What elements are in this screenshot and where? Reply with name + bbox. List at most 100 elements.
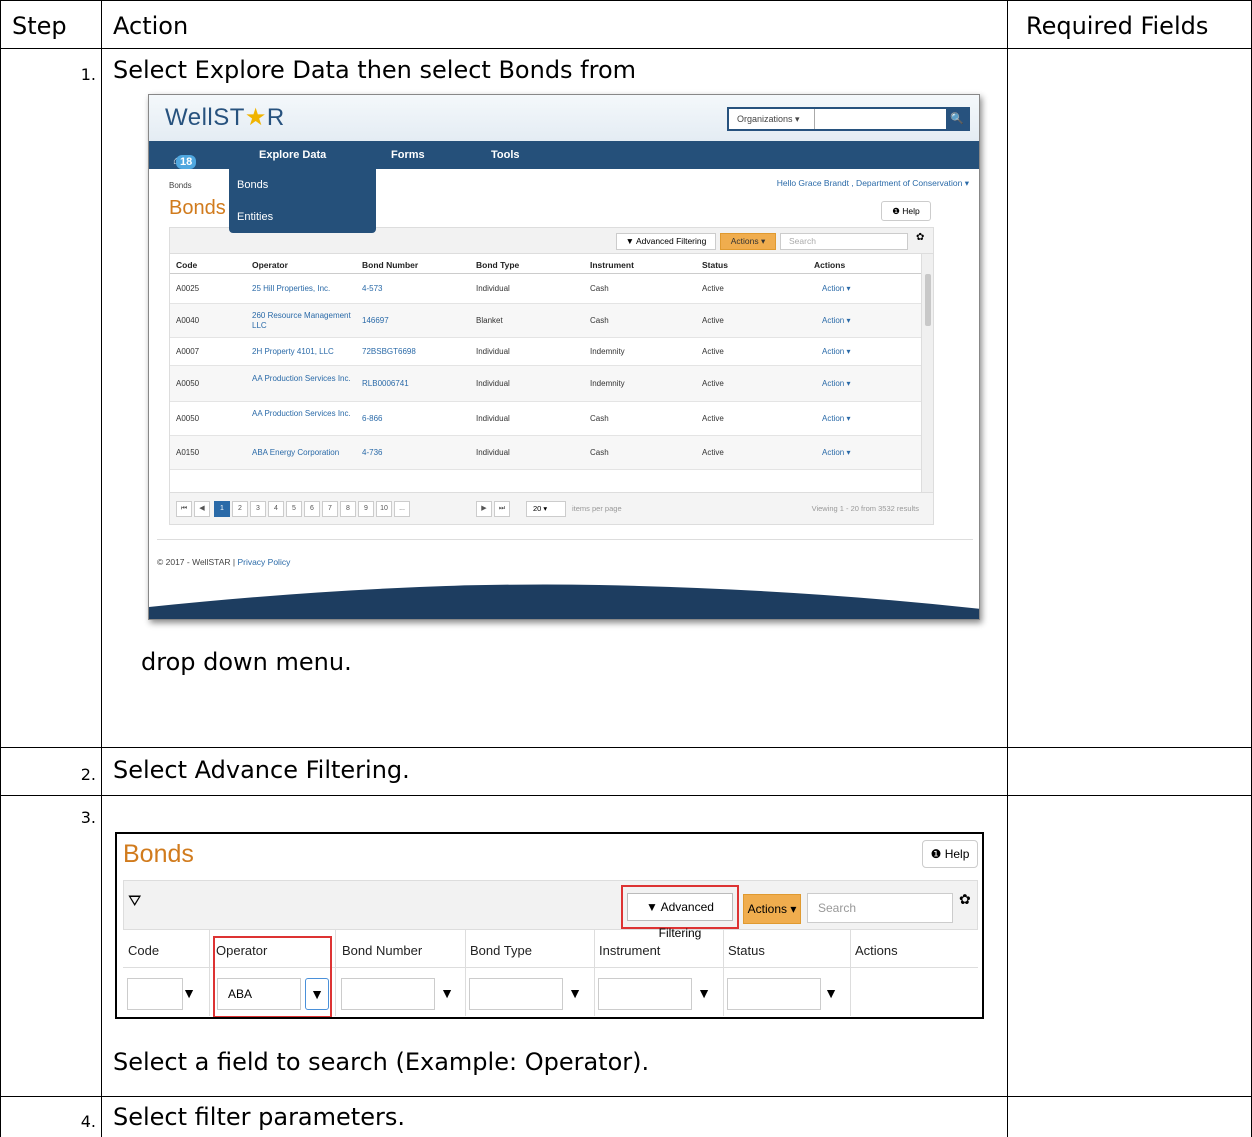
breadcrumb[interactable]: Bonds — [169, 181, 192, 190]
cell-action[interactable]: Action ▾ — [822, 379, 922, 389]
column-header[interactable]: Actions — [855, 943, 898, 958]
bond-type-filter-input[interactable] — [469, 978, 563, 1010]
column-header[interactable]: Status — [702, 260, 728, 270]
nav-tools[interactable]: Tools — [491, 149, 520, 161]
explore-data-dropdown: Bonds Entities — [229, 169, 376, 233]
funnel-icon[interactable]: ▼ — [692, 978, 716, 1010]
actions-button[interactable]: Actions ▾ — [720, 233, 776, 250]
menu-item-entities[interactable]: Entities — [237, 211, 273, 223]
help-button[interactable]: ❶ Help — [922, 840, 978, 868]
grid-search-input[interactable]: Search — [807, 893, 953, 923]
per-page-select[interactable]: 20 ▾ — [526, 501, 566, 517]
status-filter-input[interactable] — [727, 978, 821, 1010]
funnel-icon[interactable]: ▼ — [563, 978, 587, 1010]
cell-operator[interactable]: 260 Resource Management LLC — [252, 311, 352, 331]
vertical-scrollbar[interactable] — [921, 254, 933, 492]
page-button[interactable]: 7 — [322, 501, 338, 517]
page-button[interactable]: 2 — [232, 501, 248, 517]
column-header[interactable]: Bond Number — [342, 943, 422, 958]
cell-bond[interactable]: 146697 — [362, 316, 462, 326]
code-filter-input[interactable] — [127, 978, 183, 1010]
instrument-filter-input[interactable] — [598, 978, 692, 1010]
cell-bond[interactable]: RLB0006741 — [362, 379, 462, 389]
column-header[interactable]: Operator — [252, 260, 288, 270]
cell-operator[interactable]: 2H Property 4101, LLC — [252, 347, 352, 357]
cell-instrument: Indemnity — [590, 379, 625, 388]
cell-bond[interactable]: 4-736 — [362, 448, 462, 458]
funnel-icon[interactable]: ▼ — [177, 978, 201, 1010]
menu-item-bonds[interactable]: Bonds — [237, 179, 268, 191]
prev-page-icon[interactable]: ◀ — [194, 501, 210, 517]
advanced-filtering-button[interactable]: ▼ Advanced Filtering — [627, 893, 733, 940]
cell-bond[interactable]: 4-573 — [362, 284, 462, 294]
star-icon: ★ — [244, 104, 267, 131]
cell-type: Individual — [476, 284, 510, 293]
user-greeting[interactable]: Hello Grace Brandt , Department of Conse… — [777, 178, 969, 189]
privacy-policy-link[interactable]: Privacy Policy — [237, 557, 290, 567]
header-required-fields: Required Fields — [1026, 12, 1209, 40]
gear-icon[interactable]: ✿ — [916, 232, 924, 243]
column-divider — [850, 930, 851, 1016]
bond-number-filter-input[interactable] — [341, 978, 435, 1010]
cell-bond[interactable]: 6-866 — [362, 414, 462, 424]
column-header[interactable]: Instrument — [599, 943, 660, 958]
advanced-filtering-screenshot: Bonds ❶ Help ⛛ ▼ Advanced Filtering Acti… — [115, 832, 984, 1019]
funnel-icon[interactable]: ▼ — [819, 978, 843, 1010]
cell-operator[interactable]: ABA Energy Corporation — [252, 448, 352, 458]
filter-icon[interactable]: ⛛ — [128, 893, 141, 911]
app-header: WellST★R Organizations ▾ 🔍 — [149, 95, 979, 141]
table-row-divider — [0, 1096, 1252, 1097]
scroll-thumb[interactable] — [925, 274, 931, 326]
cell-action[interactable]: Action ▾ — [822, 347, 922, 357]
funnel-icon[interactable]: ▼ — [435, 978, 459, 1010]
column-header[interactable]: Status — [728, 943, 765, 958]
org-search-box[interactable]: Organizations ▾ 🔍 — [727, 107, 970, 131]
actions-button[interactable]: Actions ▾ — [743, 894, 801, 924]
grid-search-input[interactable]: Search — [780, 233, 908, 250]
cell-operator[interactable]: AA Production Services Inc. — [252, 374, 352, 384]
column-header[interactable]: Bond Type — [476, 260, 519, 270]
cell-status: Active — [702, 379, 724, 388]
cell-bond[interactable]: 72BSBGT6698 — [362, 347, 462, 357]
nav-forms[interactable]: Forms — [391, 149, 425, 161]
page-button[interactable]: 5 — [286, 501, 302, 517]
page-button[interactable]: 6 — [304, 501, 320, 517]
header-action: Action — [113, 12, 189, 40]
cell-action[interactable]: Action ▾ — [822, 316, 922, 326]
cell-operator[interactable]: AA Production Services Inc. — [252, 409, 352, 419]
help-button[interactable]: ❶ Help — [881, 201, 931, 221]
page-button[interactable]: 1 — [214, 501, 230, 517]
cell-action[interactable]: Action ▾ — [822, 448, 922, 458]
search-icon[interactable]: 🔍 — [946, 109, 968, 129]
first-page-icon[interactable]: ⏮ — [176, 501, 192, 517]
table-border-left — [0, 0, 1, 1137]
column-header[interactable]: Code — [128, 943, 159, 958]
advanced-filtering-button[interactable]: ▼ Advanced Filtering — [616, 233, 716, 250]
page-button[interactable]: ... — [394, 501, 410, 517]
cell-type: Blanket — [476, 316, 503, 325]
nav-explore-data[interactable]: Explore Data — [259, 149, 326, 161]
column-header[interactable]: Code — [176, 260, 197, 270]
column-header[interactable]: Actions — [814, 260, 845, 270]
gear-icon[interactable]: ✿ — [959, 891, 971, 908]
page-button[interactable]: 9 — [358, 501, 374, 517]
step-number: 1. — [80, 65, 96, 84]
column-divider — [209, 930, 210, 1016]
page-button[interactable]: 3 — [250, 501, 266, 517]
page-button[interactable]: 8 — [340, 501, 356, 517]
page-button[interactable]: 4 — [268, 501, 284, 517]
last-page-icon[interactable]: ⏭ — [494, 501, 510, 517]
logo-text: Well — [165, 104, 214, 131]
column-header[interactable]: Instrument — [590, 260, 634, 270]
column-divider — [465, 930, 466, 1016]
grid-toolbar: ⛛ ▼ Advanced Filtering Actions ▾ Search … — [123, 880, 978, 940]
cell-action[interactable]: Action ▾ — [822, 284, 922, 294]
next-page-icon[interactable]: ▶ — [476, 501, 492, 517]
column-divider — [335, 930, 336, 1016]
column-header[interactable]: Bond Type — [470, 943, 532, 958]
page-button[interactable]: 10 — [376, 501, 392, 517]
organizations-select[interactable]: Organizations ▾ — [729, 109, 815, 129]
column-header[interactable]: Bond Number — [362, 260, 418, 270]
cell-operator[interactable]: 25 Hill Properties, Inc. — [252, 284, 352, 294]
cell-action[interactable]: Action ▾ — [822, 414, 922, 424]
